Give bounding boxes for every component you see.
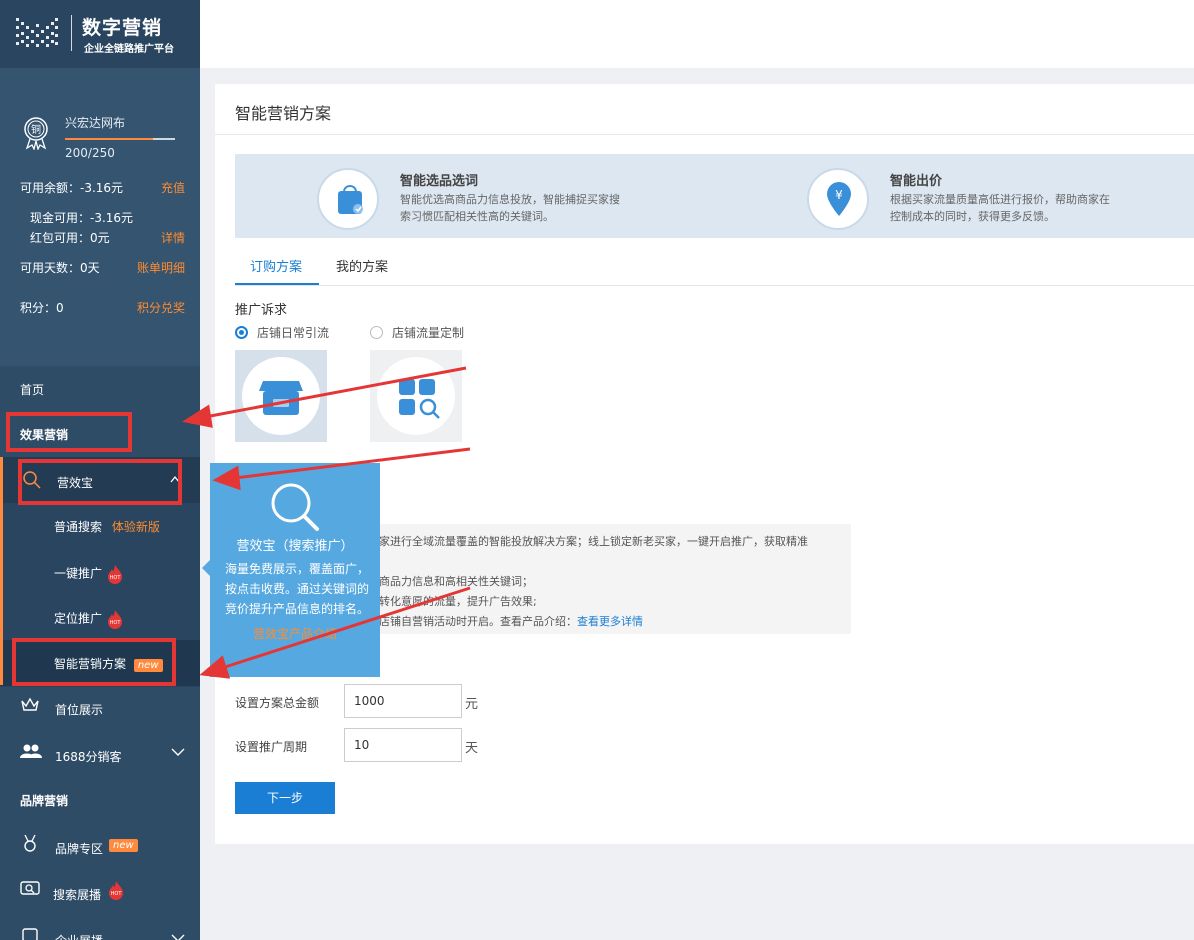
svg-text:HOT: HOT xyxy=(111,891,123,897)
hot-fire-icon: HOT xyxy=(107,610,122,629)
experience-new-tag: 体验新版 xyxy=(111,520,160,534)
nav-normal-search-label: 普通搜索 xyxy=(54,520,103,534)
feature-title-1: 智能选品选词 xyxy=(400,174,479,189)
popover-product-link[interactable]: 营效宝产品介绍 xyxy=(210,625,380,642)
desc-line-1: 家进行全域流量覆盖的智能投放解决方案；线上锁定新老买家，一键开启推广，获取精准 xyxy=(379,535,808,548)
account-name: 兴宏达网布 xyxy=(65,116,126,130)
users-icon xyxy=(20,744,42,758)
crown-icon xyxy=(21,697,39,711)
annotation-box-effect-marketing xyxy=(6,412,132,452)
nav-home[interactable]: 首页 xyxy=(20,381,170,398)
nav-positioning[interactable]: 定位推广 HOT xyxy=(54,609,194,629)
new-badge: new xyxy=(109,839,138,852)
popover-title: 营效宝（搜索推广） xyxy=(236,539,354,554)
svg-text:HOT: HOT xyxy=(109,575,121,581)
period-input[interactable]: 10 xyxy=(344,728,462,762)
yuan-pin-icon: ¥ xyxy=(807,168,869,230)
logo-icon xyxy=(16,18,58,47)
feature-desc-2: 根据买家流量质量高低进行报价，帮助商家在控制成本的同时，获得更多反馈。 xyxy=(890,193,1110,223)
active-indicator xyxy=(0,457,3,685)
budget-unit: 元 xyxy=(465,697,479,712)
nav-distribution-label: 1688分销客 xyxy=(55,750,122,764)
points-redeem-link[interactable]: 积分兑奖 xyxy=(137,299,185,316)
nav-enterprise-showcase-label: 企业展播 xyxy=(55,932,103,940)
showcase-icon xyxy=(22,928,38,940)
nav-top-display-label: 首位展示 xyxy=(55,703,104,717)
magnifier-icon xyxy=(271,483,319,531)
nav-one-click-label: 一键推广 xyxy=(54,566,103,581)
nav-brand-marketing[interactable]: 品牌营销 xyxy=(20,792,170,809)
goal-label: 推广诉求 xyxy=(235,303,288,318)
option-daily-traffic-label[interactable]: 店铺日常引流 xyxy=(257,324,329,341)
detail-link[interactable]: 详情 xyxy=(161,229,185,246)
bill-detail-link[interactable]: 账单明细 xyxy=(137,259,185,276)
nav-positioning-label: 定位推广 xyxy=(54,611,103,626)
nav-brand-zone-label: 品牌专区 xyxy=(55,842,104,856)
option-custom-traffic-label[interactable]: 店铺流量定制 xyxy=(392,324,464,341)
daily-traffic-card[interactable] xyxy=(235,350,327,442)
tab-my-plan[interactable]: 我的方案 xyxy=(336,256,388,275)
next-button[interactable]: 下一步 xyxy=(235,782,335,814)
page-title: 智能营销方案 xyxy=(235,104,332,123)
plan-description-box: 家进行全域流量覆盖的智能投放解决方案；线上锁定新老买家，一键开启推广，获取精准 … xyxy=(379,524,851,634)
bronze-medal-icon: 铜 xyxy=(24,117,48,150)
hot-fire-icon: HOT xyxy=(109,881,123,900)
plan-tabs: 订购方案 我的方案 xyxy=(235,248,1194,286)
svg-text:HOT: HOT xyxy=(109,620,121,626)
logo-area: 数字营销 企业全链路推广平台 xyxy=(0,0,200,68)
nav-normal-search[interactable]: 普通搜索 体验新版 xyxy=(54,518,194,535)
feature-desc-1: 智能优选高商品力信息投放，智能捕捉买家搜索习惯匹配相关性高的关键词。 xyxy=(400,193,620,223)
more-details-link[interactable]: 查看更多详情 xyxy=(577,615,643,628)
feature-title-2: 智能出价 xyxy=(890,174,943,189)
option-custom-traffic-radio[interactable] xyxy=(370,326,383,339)
popover-arrow xyxy=(202,560,210,576)
title-divider xyxy=(215,134,1194,135)
active-tab-underline xyxy=(235,283,319,285)
desc-line-4: 店铺自营销活动时开启。查看产品介绍：查看更多详情 xyxy=(379,615,643,628)
nav-search-showcase-label: 搜索展播 xyxy=(53,888,102,902)
budget-input[interactable]: 1000 xyxy=(344,684,462,718)
bag-icon xyxy=(317,168,379,230)
redpacket-label: 红包可用：0元 xyxy=(30,231,110,245)
yingxiaobao-popover: 营效宝（搜索推广） 海量免费展示，覆盖面广，按点击收费。通过关键词的竞价提升产品… xyxy=(202,463,380,677)
svg-text:铜: 铜 xyxy=(31,124,41,136)
logo-title: 数字营销 xyxy=(82,17,163,39)
chevron-down-icon xyxy=(171,748,185,756)
logo-subtitle: 企业全链路推广平台 xyxy=(84,44,174,55)
medal-icon xyxy=(24,834,36,852)
period-unit: 天 xyxy=(465,741,479,756)
hot-fire-icon: HOT xyxy=(107,565,122,584)
chevron-down-icon xyxy=(171,934,185,940)
top-bar xyxy=(200,0,1194,68)
annotation-box-smart-plan xyxy=(12,638,176,686)
logo-divider xyxy=(71,15,72,51)
points-label: 积分：0 xyxy=(20,301,64,315)
cash-label: 现金可用：-3.16元 xyxy=(30,211,134,225)
level-score: 200/250 xyxy=(65,146,115,160)
annotation-box-yingxiaobao xyxy=(18,459,182,505)
desc-line-3: 转化意愿的流量，提升广告效果; xyxy=(379,595,537,608)
feature-banner: 智能选品选词 智能优选高商品力信息投放，智能捕捉买家搜索习惯匹配相关性高的关键词… xyxy=(235,154,1194,238)
account-panel: 铜 兴宏达网布 200/250 可用余额：-3.16元 充值 现金可用：-3.1… xyxy=(0,68,200,366)
option-daily-traffic-radio[interactable] xyxy=(235,326,248,339)
days-label: 可用天数：0天 xyxy=(20,261,100,275)
svg-text:¥: ¥ xyxy=(835,188,843,202)
apps-search-icon xyxy=(377,357,455,435)
tab-order-plan[interactable]: 订购方案 xyxy=(250,256,302,275)
budget-label: 设置方案总金额 xyxy=(235,696,320,710)
custom-traffic-card[interactable] xyxy=(370,350,462,442)
recharge-link[interactable]: 充值 xyxy=(161,179,185,196)
nav-one-click[interactable]: 一键推广 HOT xyxy=(54,564,194,584)
balance-label: 可用余额：-3.16元 xyxy=(20,181,124,195)
shop-icon xyxy=(242,357,320,435)
period-label: 设置推广周期 xyxy=(235,740,308,754)
level-progress-bar xyxy=(65,138,175,140)
popover-body: 海量免费展示，覆盖面广，按点击收费。通过关键词的竞价提升产品信息的排名。 xyxy=(224,562,369,616)
search-screen-icon xyxy=(20,881,40,895)
desc-line-2: 商品力信息和高相关性关键词； xyxy=(379,575,533,588)
